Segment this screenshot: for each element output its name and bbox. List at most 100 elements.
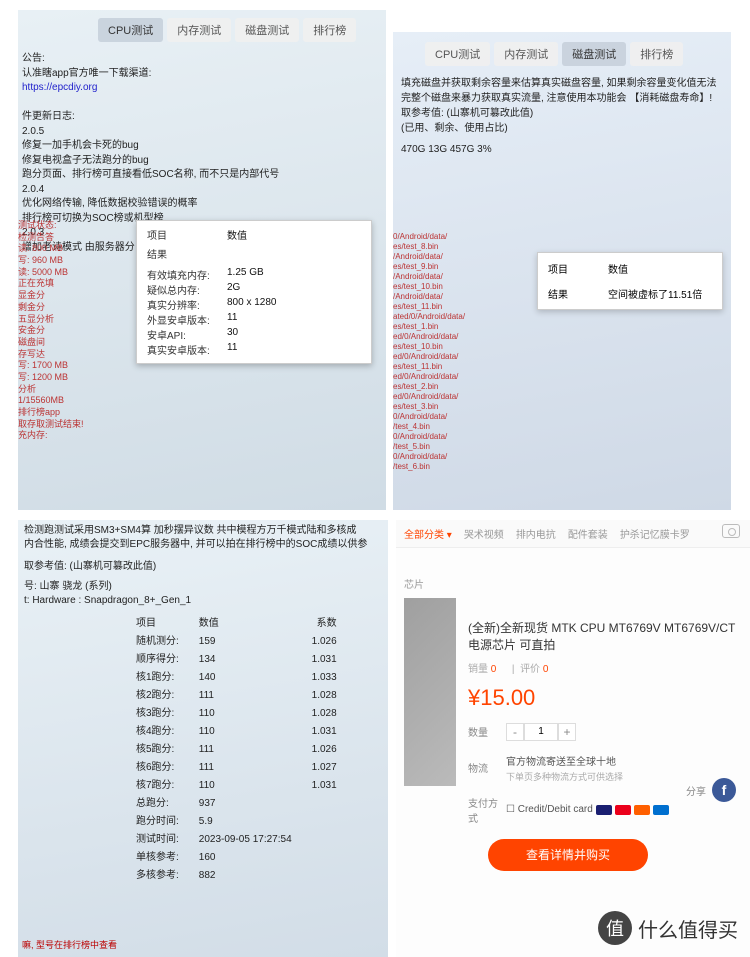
status-line: 存写达 — [18, 349, 118, 361]
changelog-item: 优化网络传输, 降低数据校验错误的概率 — [22, 197, 382, 212]
table-row: 多核参考:882 — [136, 868, 355, 884]
changelog-item: 修复电视盒子无法跑分的bug — [22, 154, 382, 169]
file-line: es/test_11.bin — [393, 302, 533, 312]
cell-value: 882 — [199, 868, 310, 884]
product-thumbnail[interactable] — [404, 598, 456, 786]
file-line: ed/0/Android/data/ — [393, 372, 533, 382]
facebook-icon[interactable]: f — [712, 778, 736, 802]
file-line: es/test_9.bin — [393, 262, 533, 272]
disk-result-popup: 项目 数值 结果 空间被虚标了11.51倍 — [537, 252, 723, 310]
nav-item[interactable]: 哭术视频 — [464, 526, 504, 541]
nav-item[interactable]: 全部分类 ▾ — [404, 526, 452, 541]
cell-coef: 1.026 — [312, 634, 355, 650]
tab-rank[interactable]: 排行榜 — [303, 18, 356, 42]
breadcrumb-chip: 芯片 — [404, 576, 424, 591]
cell-key: 核2跑分: — [136, 688, 197, 704]
cell-value: 134 — [199, 652, 310, 668]
cell-coef: 1.028 — [312, 706, 355, 722]
cell-coef: 1.027 — [312, 760, 355, 776]
cell-coef: 1.026 — [312, 742, 355, 758]
cell-value: 110 — [199, 706, 310, 722]
version-205: 2.0.5 — [22, 125, 382, 140]
mastercard-icon — [615, 805, 631, 815]
v: 30 — [227, 327, 238, 342]
result-label: 结果 — [548, 286, 608, 301]
cell-coef — [312, 850, 355, 866]
notice-line: 认准瞎app官方唯一下载渠道: — [22, 67, 382, 82]
ship-main: 官方物流寄送至全球十地 — [506, 757, 616, 768]
file-line: es/test_8.bin — [393, 242, 533, 252]
cell-value: 111 — [199, 742, 310, 758]
nav-item[interactable]: 排内电抗 — [516, 526, 556, 541]
table-row: 核4跑分:1101.031 — [136, 724, 355, 740]
file-line: 0/Android/data/ — [393, 452, 533, 462]
status-line: 测试状态: — [18, 220, 118, 232]
qty-stepper[interactable]: - + — [506, 723, 576, 741]
cell-value: 159 — [199, 634, 310, 650]
desc-line: 完整个磁盘来暴力获取真实流量, 注意使用本功能会 【消耗磁盘寿命】! — [401, 91, 723, 106]
sales-label: 销量 — [468, 664, 488, 675]
desc-line: (已用、剩余、使用占比) — [401, 121, 723, 136]
cell-key: 单核参考: — [136, 850, 197, 866]
category-nav: 全部分类 ▾ 哭术视频排内电抗配件套装护杀记忆膜卡罗 — [396, 520, 750, 548]
qty-label: 数量 — [468, 724, 506, 739]
file-line: es/test_2.bin — [393, 382, 533, 392]
cpu-brand: 号: 山寨 骁龙 (系列) — [24, 580, 382, 594]
tab-rank[interactable]: 排行榜 — [630, 42, 683, 66]
cell-key: 多核参考: — [136, 868, 197, 884]
tab-cpu[interactable]: CPU测试 — [425, 42, 490, 66]
status-line: 正在充填 — [18, 278, 118, 290]
tab-disk[interactable]: 磁盘测试 — [562, 42, 626, 66]
status-line: 磁盘间 — [18, 337, 118, 349]
tab-disk[interactable]: 磁盘测试 — [235, 18, 299, 42]
tab-bar: CPU测试 内存测试 磁盘测试 排行榜 — [425, 38, 731, 70]
table-row: 核6跑分:1111.027 — [136, 760, 355, 776]
th-item: 项目 — [136, 616, 197, 632]
cell-value: 111 — [199, 760, 310, 776]
k: 有效填充内存: — [147, 267, 227, 282]
desc-line: 填充磁盘并获取剩余容量来估算真实磁盘容量, 如果剩余容量变化值无法 — [401, 76, 723, 91]
cell-value: 110 — [199, 724, 310, 740]
screenshot-memory-test: CPU测试 内存测试 磁盘测试 排行榜 公告: 认准瞎app官方唯一下载渠道: … — [18, 10, 386, 510]
footer-note: 嘛, 型号在排行榜中查看 — [22, 938, 117, 951]
ref-line: 取参考值: (山寨机可篡改此值) — [24, 560, 382, 574]
tab-cpu[interactable]: CPU测试 — [98, 18, 163, 42]
nav-item[interactable]: 配件套装 — [568, 526, 608, 541]
watermark-icon: 值 — [598, 911, 632, 945]
product-stats: 销量 0 | 评价 0 — [468, 660, 744, 675]
status-line: 分析 — [18, 384, 118, 396]
ship-sub: 下单页多种物流方式可供选择 — [506, 770, 623, 783]
col-item: 项目 — [147, 227, 227, 242]
qty-minus-button[interactable]: - — [506, 723, 524, 741]
file-line: 0/Android/data/ — [393, 432, 533, 442]
status-line: 五显分析 — [18, 314, 118, 326]
cell-key: 核4跑分: — [136, 724, 197, 740]
qty-input[interactable] — [524, 723, 558, 741]
watermark: 值 什么值得买 — [598, 911, 738, 945]
table-row: 核3跑分:1101.028 — [136, 706, 355, 722]
url-link[interactable]: https://epcdiy.org — [22, 81, 382, 96]
visa-icon — [596, 805, 612, 815]
result-value: 空间被虚标了11.51倍 — [608, 286, 702, 301]
cell-key: 随机测分: — [136, 634, 197, 650]
col-item: 项目 — [548, 261, 608, 276]
status-line: 剩金分 — [18, 302, 118, 314]
v: 800 x 1280 — [227, 297, 277, 312]
disk-description: 填充磁盘并获取剩余容量来估算真实磁盘容量, 如果剩余容量变化值无法 完整个磁盘来… — [393, 70, 731, 163]
qty-plus-button[interactable]: + — [558, 723, 576, 741]
benchmark-table: 项目 数值 系数 随机测分:1591.026顺序得分:1341.031核1跑分:… — [134, 614, 357, 886]
pay-label: 支付方式 — [468, 795, 506, 825]
file-line: 0/Android/data/ — [393, 412, 533, 422]
notice-label: 公告: — [22, 52, 382, 67]
cell-coef: 1.033 — [312, 670, 355, 686]
nav-item[interactable]: 护杀记忆膜卡罗 — [620, 526, 690, 541]
status-line: 1/15560MB — [18, 395, 118, 407]
buy-button[interactable]: 查看详情并购买 — [488, 839, 648, 871]
v: 11 — [227, 342, 237, 357]
table-row: 核5跑分:1111.026 — [136, 742, 355, 758]
tab-mem[interactable]: 内存测试 — [494, 42, 558, 66]
tab-mem[interactable]: 内存测试 — [167, 18, 231, 42]
ship-label: 物流 — [468, 760, 506, 775]
status-line: 写: 960 MB — [18, 255, 118, 267]
table-row: 跑分时间:5.9 — [136, 814, 355, 830]
